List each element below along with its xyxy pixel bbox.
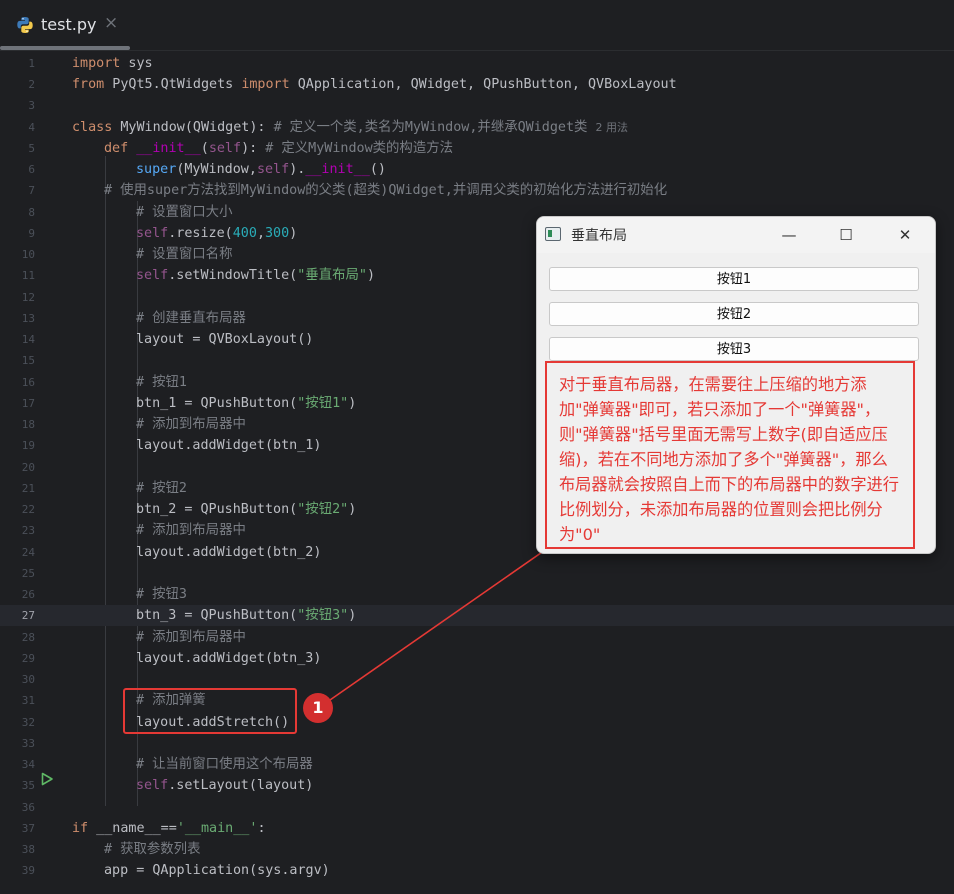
window-title: 垂直布局 xyxy=(571,228,627,244)
close-window-icon[interactable]: ✕ xyxy=(890,223,920,247)
window-titlebar[interactable]: 垂直布局 — ☐ ✕ xyxy=(537,217,935,253)
window-icon xyxy=(545,227,561,241)
annotation-callout: 对于垂直布局器，在需要往上压缩的地方添加"弹簧器"即可，若只添加了一个"弹簧器"… xyxy=(545,361,915,549)
push-button-1[interactable]: 按钮1 xyxy=(549,267,919,291)
maximize-icon[interactable]: ☐ xyxy=(831,223,861,247)
minimize-icon[interactable]: — xyxy=(774,223,804,247)
annotation-badge: 1 xyxy=(303,693,333,723)
push-button-3[interactable]: 按钮3 xyxy=(549,337,919,361)
push-button-2[interactable]: 按钮2 xyxy=(549,302,919,326)
